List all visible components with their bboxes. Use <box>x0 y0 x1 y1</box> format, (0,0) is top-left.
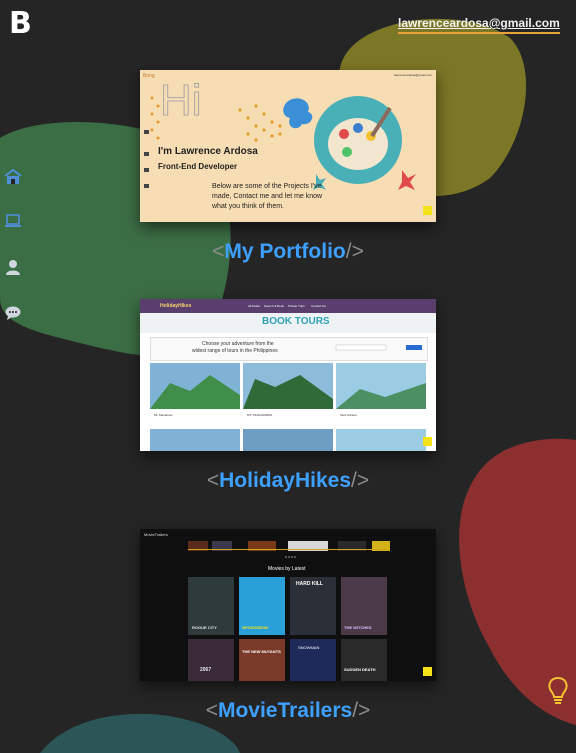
bracket-open: < <box>206 469 220 492</box>
project-title-holidayhikes[interactable]: <HolidayHikes/> <box>140 469 436 493</box>
laptop-icon[interactable] <box>4 212 22 230</box>
home-icon[interactable] <box>4 168 22 186</box>
hh-tour-2: Taal Volcano <box>340 413 358 417</box>
project-name: MovieTrailers <box>217 699 353 722</box>
logo[interactable]: B <box>9 6 32 41</box>
hh-tour-0: Mt. Manalmon <box>154 413 174 417</box>
mt-poster-3: THE WITCHES <box>344 625 372 630</box>
user-icon[interactable] <box>4 258 22 276</box>
project-title-movietrailers[interactable]: <MovieTrailers/> <box>140 699 436 723</box>
project-title-portfolio[interactable]: <My Portfolio/> <box>140 240 436 264</box>
bracket-close: /> <box>345 240 364 263</box>
email-link[interactable]: lawrenceardosa@gmail.com <box>398 16 560 34</box>
lightbulb-icon[interactable] <box>546 676 570 706</box>
bracket-open: < <box>205 699 218 722</box>
portfolio-greeting: I'm Lawrence Ardosa <box>158 146 258 157</box>
portfolio-intro-2: made, Contact me and let me know <box>212 193 323 200</box>
mt-poster-1: SPONGEBOB <box>242 625 269 630</box>
portfolio-preview[interactable]: Bong lawrenceardosa@gmail.com Hi I'm Law… <box>140 70 436 222</box>
portfolio-intro-1: Below are some of the Projects I've <box>212 183 322 190</box>
portfolio-intro-3: what you think of them. <box>212 203 284 210</box>
bracket-open: < <box>212 240 225 263</box>
holidayhikes-preview[interactable]: HolidayHikes All Deals Search & Book Pri… <box>140 299 436 451</box>
movietrailers-preview[interactable]: MovieTrailers Movies by Latest ROGUE CIT… <box>140 529 436 681</box>
bracket-close: /> <box>351 469 370 492</box>
mt-poster-0: ROGUE CITY <box>192 625 217 630</box>
bracket-close: /> <box>352 699 371 722</box>
mt-poster-7: SUDDEN DEATH <box>344 667 376 672</box>
project-name: My Portfolio <box>224 240 346 263</box>
hh-tour-1: MT. PINAGSUBAN <box>247 413 273 417</box>
mt-poster-6: SNOWMAN <box>298 645 320 650</box>
mt-poster-grid <box>188 577 432 681</box>
chat-icon[interactable] <box>4 304 22 322</box>
project-name: HolidayHikes <box>219 469 352 492</box>
portfolio-role: Front-End Developer <box>158 162 238 171</box>
mt-poster-2: HARD KILL <box>296 581 323 587</box>
mt-poster-5: THE NEW MUTANTS <box>242 649 281 654</box>
hh-tour-images <box>150 344 432 451</box>
mt-poster-4: 2067 <box>200 667 212 673</box>
